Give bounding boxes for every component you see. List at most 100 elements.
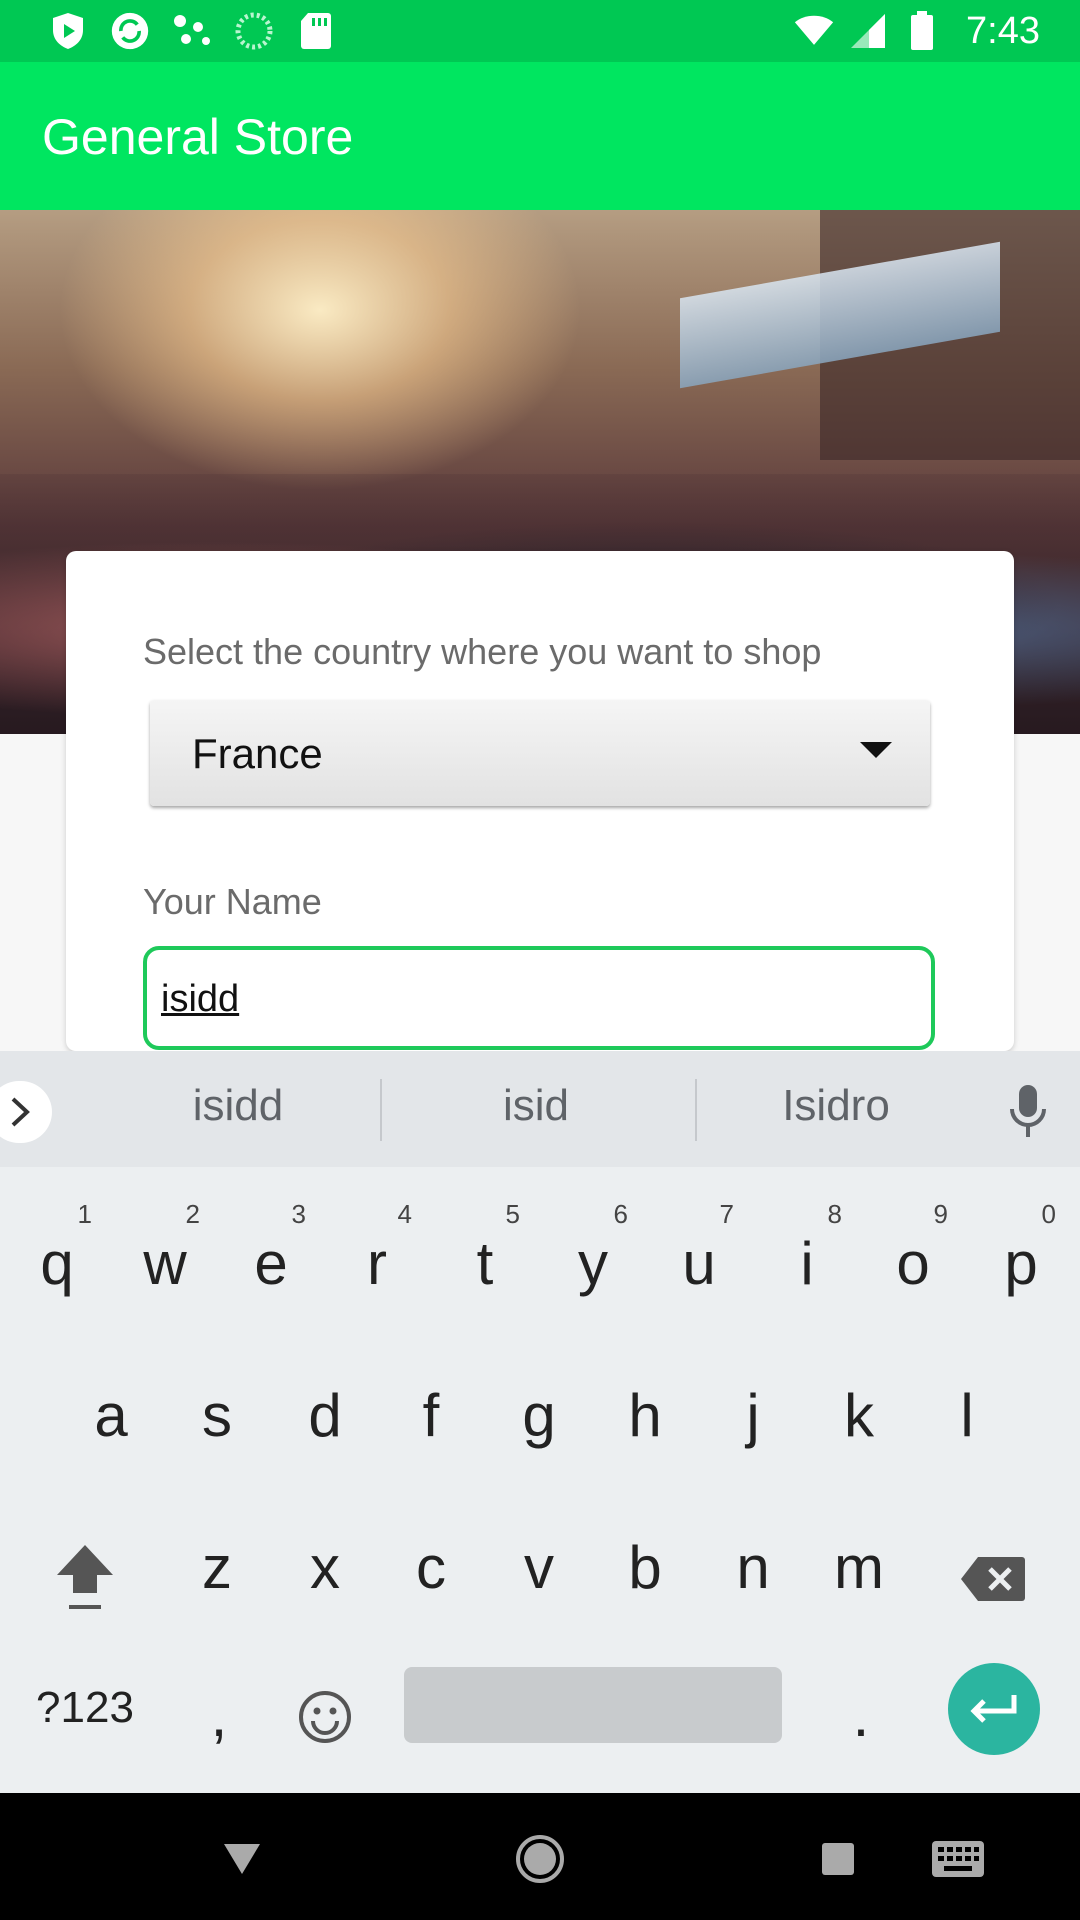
key-c[interactable]: c [378,1503,484,1633]
key-b[interactable]: b [592,1503,698,1633]
name-input[interactable]: isidd [143,946,935,1050]
key-h[interactable]: h [592,1351,698,1481]
key-label: z [202,1534,232,1601]
key-e[interactable]: e3 [218,1199,324,1329]
key-label: b [628,1534,662,1601]
emoji-key[interactable] [272,1651,378,1781]
key-k[interactable]: k [806,1351,912,1481]
wifi-icon [794,11,834,51]
country-value: France [192,730,323,777]
key-label: h [628,1382,662,1449]
key-hint: 9 [933,1199,948,1229]
dropdown-arrow-icon [860,742,892,758]
key-z[interactable]: z [164,1503,270,1633]
key-label: m [834,1534,884,1601]
chevron-right-icon [11,1097,30,1127]
key-label: u [682,1230,716,1297]
key-v[interactable]: v [486,1503,592,1633]
key-n[interactable]: n [700,1503,806,1633]
key-hint: 0 [1041,1199,1056,1229]
suggestion-3[interactable]: Isidro [686,1081,986,1131]
key-label: n [736,1534,770,1601]
country-spinner[interactable]: France [150,700,930,806]
suggestion-2[interactable]: isid [386,1081,686,1131]
key-label: k [844,1382,874,1449]
key-label: s [202,1382,232,1449]
key-label: x [310,1534,340,1601]
expand-toolbar-button[interactable] [0,1081,52,1143]
key-label: , [210,1682,228,1749]
key-hint: 2 [185,1199,200,1229]
key-label: g [522,1382,556,1449]
recents-icon[interactable] [810,1831,866,1887]
status-notification-icons [48,8,336,54]
clock: 7:43 [966,9,1040,52]
key-a[interactable]: a [58,1351,164,1481]
key-label: y [578,1230,608,1297]
play-protect-icon [48,11,88,51]
sync-icon [110,11,150,51]
key-j[interactable]: j [700,1351,806,1481]
home-icon[interactable] [512,1831,568,1887]
shift-key[interactable] [32,1507,138,1637]
signal-icon [848,11,888,51]
navigation-bar [0,1793,1080,1920]
key-hint: 6 [613,1199,628,1229]
status-bar: 7:43 [0,0,1080,62]
key-hint: 4 [397,1199,412,1229]
key-y[interactable]: y6 [540,1199,646,1329]
period-key[interactable]: . [808,1651,914,1781]
key-d[interactable]: d [272,1351,378,1481]
key-label: t [476,1230,494,1297]
emoji-icon [299,1691,351,1743]
key-label: v [524,1534,554,1601]
key-l[interactable]: l [914,1351,1020,1481]
app-title: General Store [42,109,354,165]
back-icon[interactable] [214,1831,270,1887]
key-q[interactable]: q1 [4,1199,110,1329]
key-m[interactable]: m [806,1503,912,1633]
keyboard-icon[interactable] [930,1831,986,1887]
hero-sunlight [60,210,580,490]
enter-key[interactable] [948,1663,1040,1755]
key-x[interactable]: x [272,1503,378,1633]
microphone-icon[interactable] [1008,1083,1048,1139]
key-s[interactable]: s [164,1351,270,1481]
key-label: o [896,1230,930,1297]
space-key[interactable] [404,1667,782,1743]
suggestion-strip: isidd isid Isidro [0,1051,1080,1167]
sd-card-icon [296,11,336,51]
key-f[interactable]: f [378,1351,484,1481]
loading-icon [234,11,274,51]
key-label: . [852,1682,870,1749]
key-o[interactable]: o9 [860,1199,966,1329]
battery-icon [902,11,942,51]
key-g[interactable]: g [486,1351,592,1481]
name-value: isidd [161,978,240,1020]
key-hint: 1 [77,1199,92,1229]
key-t[interactable]: t5 [432,1199,538,1329]
name-label: Your Name [143,881,322,922]
suggestion-1[interactable]: isidd [88,1081,388,1131]
app-bar: General Store [0,62,1080,210]
key-label: e [254,1230,288,1297]
enter-icon [970,1695,1017,1723]
shift-icon [57,1545,113,1609]
key-hint: 3 [291,1199,306,1229]
symbols-key[interactable]: ?123 [20,1651,150,1781]
backspace-icon [961,1557,1025,1601]
key-label: a [94,1382,128,1449]
backspace-key[interactable] [940,1507,1046,1637]
key-label: j [746,1382,760,1449]
key-label: p [1004,1230,1038,1297]
comma-key[interactable]: , [166,1651,272,1781]
key-w[interactable]: w2 [112,1199,218,1329]
key-label: l [960,1382,974,1449]
key-p[interactable]: p0 [968,1199,1074,1329]
key-hint: 5 [505,1199,520,1229]
key-u[interactable]: u7 [646,1199,752,1329]
key-i[interactable]: i8 [754,1199,860,1329]
suggestion-divider [380,1079,382,1141]
key-r[interactable]: r4 [324,1199,430,1329]
key-label: f [422,1382,440,1449]
